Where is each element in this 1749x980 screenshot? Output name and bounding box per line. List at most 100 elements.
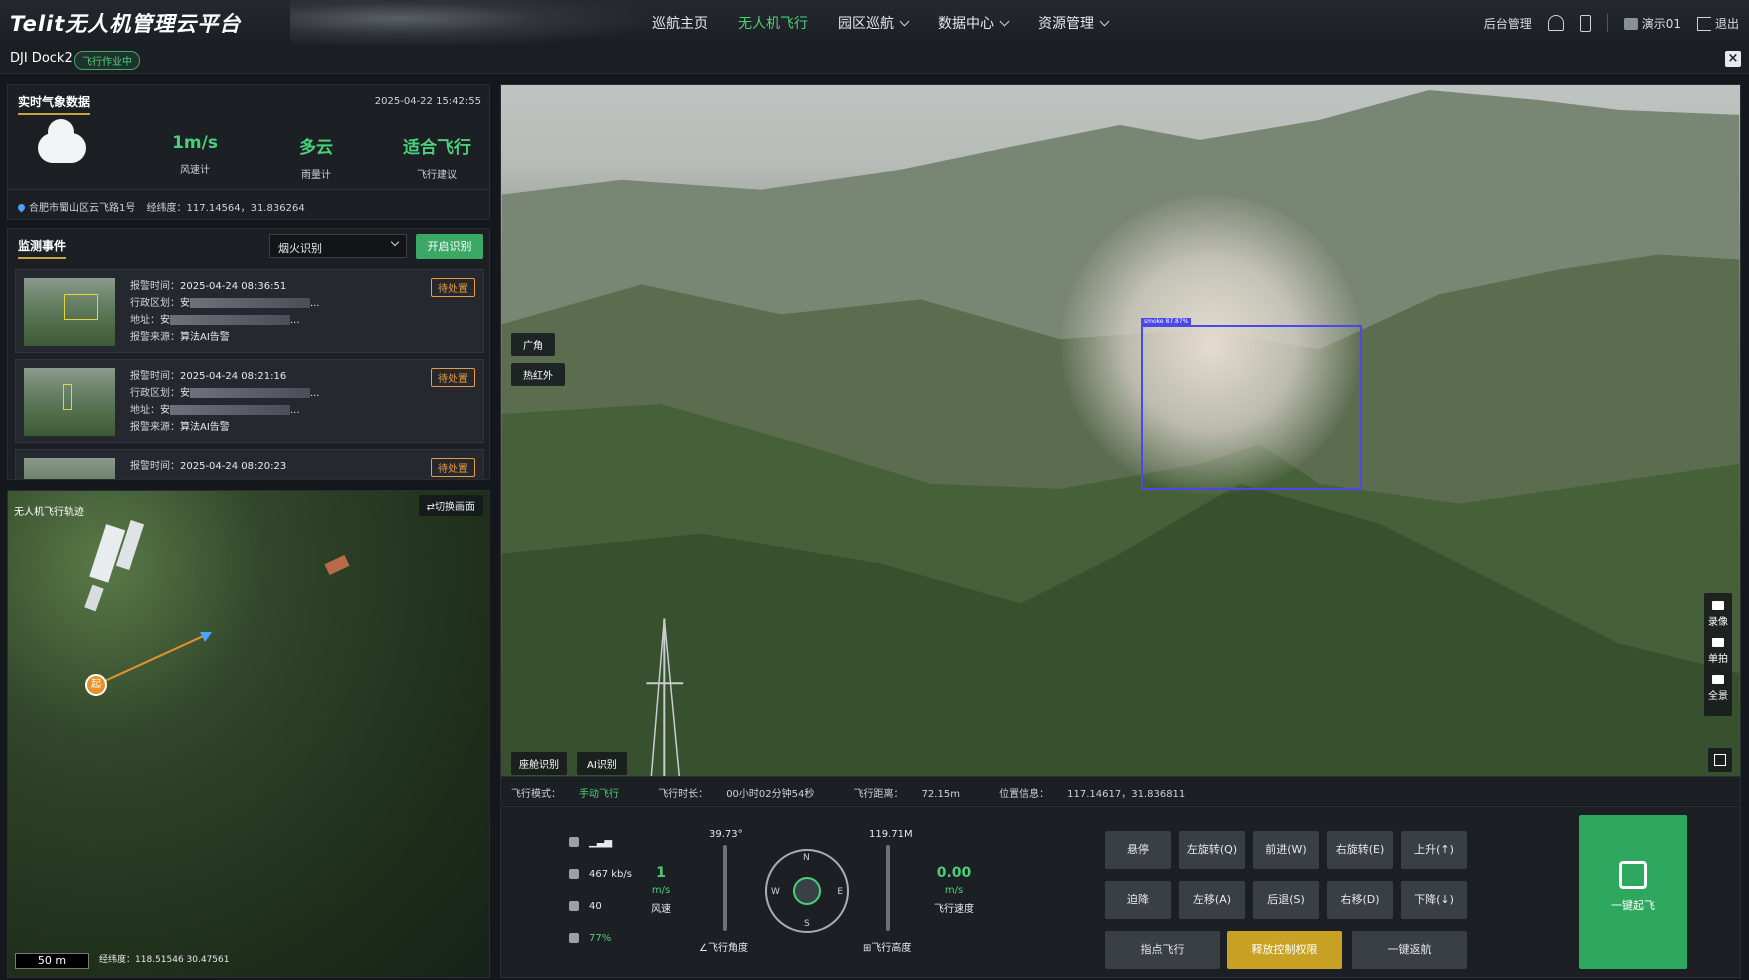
rain-stat: 多云 雨量计: [299, 138, 333, 181]
map-scale: 50 m: [15, 953, 89, 969]
switch-view-button[interactable]: ⇄切换画面: [418, 495, 483, 516]
snapshot-button[interactable]: 单拍: [1704, 638, 1732, 665]
nav-home[interactable]: 巡航主页: [652, 13, 708, 33]
weather-title: 实时气象数据: [18, 93, 91, 115]
satellite-icon: [569, 901, 579, 911]
bandwidth-row: 467 kb/s: [569, 869, 632, 880]
map-title: 无人机飞行轨迹: [14, 507, 84, 518]
signal-bars-icon: ▁▃▅: [589, 837, 613, 848]
detection-box: [64, 294, 98, 320]
flight-track-map[interactable]: 无人机飞行轨迹 ⇄切换画面 起 50 m 经纬度：118.51546 30.47…: [7, 490, 490, 978]
nav-drone-flight[interactable]: 无人机飞行: [738, 13, 808, 33]
forward-button[interactable]: 前进(W): [1253, 831, 1319, 869]
flight-control-panel: ▁▃▅ 467 kb/s 40 77% 1 m/s 风速 39.73° ∠飞行角度 …: [500, 806, 1741, 978]
altitude-value: 119.71M: [869, 829, 913, 840]
altitude-label: ⊞飞行高度: [863, 943, 912, 954]
chevron-down-icon: [899, 16, 910, 26]
weather-timestamp: 2025-04-22 15:42:55: [374, 96, 481, 107]
cloud-icon: [38, 119, 86, 163]
event-details: 报警时间：2025-04-24 08:36:51 行政区划：安... 地址：安.…: [130, 281, 320, 343]
wind-speed-stat: 1m/s 风速计: [172, 133, 218, 176]
nav-data-center[interactable]: 数据中心: [938, 13, 1010, 33]
ai-detection-box: smoke 87.87%: [1141, 318, 1362, 490]
takeoff-button[interactable]: 一键起飞: [1579, 815, 1687, 969]
flight-duration: 飞行时长： 00小时02分钟54秒: [658, 789, 815, 800]
header-actions: 后台管理 演示01 退出: [1484, 0, 1739, 46]
rotate-right-button[interactable]: 右旋转(E): [1327, 831, 1393, 869]
flight-info-bar: 飞行模式： 手动飞行 飞行时长： 00小时02分钟54秒 飞行距离： 72.15m 位…: [500, 777, 1741, 805]
redacted-text: [190, 298, 310, 308]
move-left-button[interactable]: 左移(A): [1179, 881, 1245, 919]
camera-icon: [1712, 638, 1724, 647]
wide-angle-button[interactable]: 广角: [511, 333, 555, 356]
satellite-row: 40: [569, 901, 602, 912]
panorama-button[interactable]: 全景: [1704, 675, 1732, 702]
event-thumbnail: [24, 368, 115, 436]
user-menu[interactable]: 演示01: [1623, 15, 1681, 32]
event-item[interactable]: 报警时间：2025-04-24 08:21:16 行政区划：安... 地址：安.…: [15, 359, 484, 443]
app-logo: Telit无人机管理云平台: [10, 12, 242, 36]
start-recognition-button[interactable]: 开启识别: [416, 234, 483, 259]
flight-mode: 飞行模式： 手动飞行: [511, 789, 619, 800]
video-feed[interactable]: smoke 87.87% 广角 热红外 座舱识别 AI识别 录像 单拍 全景: [500, 84, 1741, 777]
building: [84, 584, 104, 612]
location-pin-icon: [16, 202, 27, 213]
event-details: 报警时间：2025-04-24 08:21:16 行政区划：安... 地址：安.…: [130, 371, 320, 433]
release-control-button[interactable]: 释放控制权限: [1227, 931, 1342, 969]
rotate-left-button[interactable]: 左旋转(Q): [1179, 831, 1245, 869]
divider: [1606, 14, 1608, 32]
redacted-text: [170, 405, 290, 415]
location-address: 合肥市蜀山区云飞路1号: [29, 203, 136, 214]
signal-row: ▁▃▅: [569, 837, 612, 848]
detection-label: smoke 87.87%: [1141, 318, 1192, 326]
status-badge[interactable]: 待处置: [431, 458, 475, 477]
logout-button[interactable]: 退出: [1696, 15, 1739, 32]
drone-signal-icon: [569, 837, 579, 847]
ascend-button[interactable]: 上升(↑): [1401, 831, 1467, 869]
move-right-button[interactable]: 右移(D): [1327, 881, 1393, 919]
backward-button[interactable]: 后退(S): [1253, 881, 1319, 919]
thermal-button[interactable]: 热红外: [511, 363, 565, 386]
nav-resource-management[interactable]: 资源管理: [1038, 13, 1110, 33]
dock-name: DJI Dock2: [10, 51, 73, 66]
status-badge[interactable]: 待处置: [431, 278, 475, 297]
angle-label: ∠飞行角度: [699, 943, 748, 954]
event-thumbnail: [24, 278, 115, 346]
bell-icon[interactable]: [1547, 15, 1564, 31]
return-home-button[interactable]: 一键返航: [1352, 931, 1467, 969]
record-button[interactable]: 录像: [1704, 601, 1732, 628]
location-row: 合肥市蜀山区云飞路1号 经纬度：117.14564，31.836264: [8, 189, 491, 219]
status-badge: 飞行作业中: [74, 51, 140, 70]
point-flight-button[interactable]: 指点飞行: [1105, 931, 1220, 969]
logout-icon: [1696, 17, 1711, 31]
nav-park-patrol[interactable]: 园区巡航: [838, 13, 910, 33]
forced-landing-button[interactable]: 迫降: [1105, 881, 1171, 919]
wind-speed-readout: 1 m/s 风速: [651, 865, 671, 915]
ai-recognition-button[interactable]: AI识别: [577, 752, 627, 775]
flight-advice-stat: 适合飞行 飞行建议: [403, 138, 471, 181]
flight-distance: 飞行距离： 72.15m: [853, 789, 960, 800]
fullscreen-icon[interactable]: [1708, 748, 1732, 772]
drone-takeoff-icon: [1619, 861, 1647, 889]
event-item[interactable]: 报警时间：2025-04-24 08:36:51 行政区划：安... 地址：安.…: [15, 269, 484, 353]
angle-gauge: [723, 845, 727, 931]
home-marker-icon[interactable]: 起: [85, 674, 107, 696]
building: [89, 524, 126, 583]
cockpit-recognition-button[interactable]: 座舱识别: [511, 752, 567, 775]
event-type-select[interactable]: 烟火识别: [269, 234, 407, 258]
redacted-text: [170, 315, 290, 325]
event-item[interactable]: 报警时间：2025-04-24 08:20:23 待处置: [15, 449, 484, 479]
event-thumbnail: [24, 458, 115, 479]
hover-button[interactable]: 悬停: [1105, 831, 1171, 869]
admin-link[interactable]: 后台管理: [1484, 15, 1532, 32]
map-coords: 经纬度：118.51546 30.47561: [99, 955, 230, 965]
descend-button[interactable]: 下降(↓): [1401, 881, 1467, 919]
phone-icon[interactable]: [1579, 14, 1591, 32]
chevron-down-icon: [999, 16, 1010, 26]
status-badge[interactable]: 待处置: [431, 368, 475, 387]
heading-arrow-icon: [793, 877, 821, 905]
events-title: 监测事件: [18, 237, 67, 259]
close-icon[interactable]: ×: [1725, 51, 1741, 67]
transfer-icon: [569, 869, 579, 879]
battery-row: 77%: [569, 933, 611, 944]
